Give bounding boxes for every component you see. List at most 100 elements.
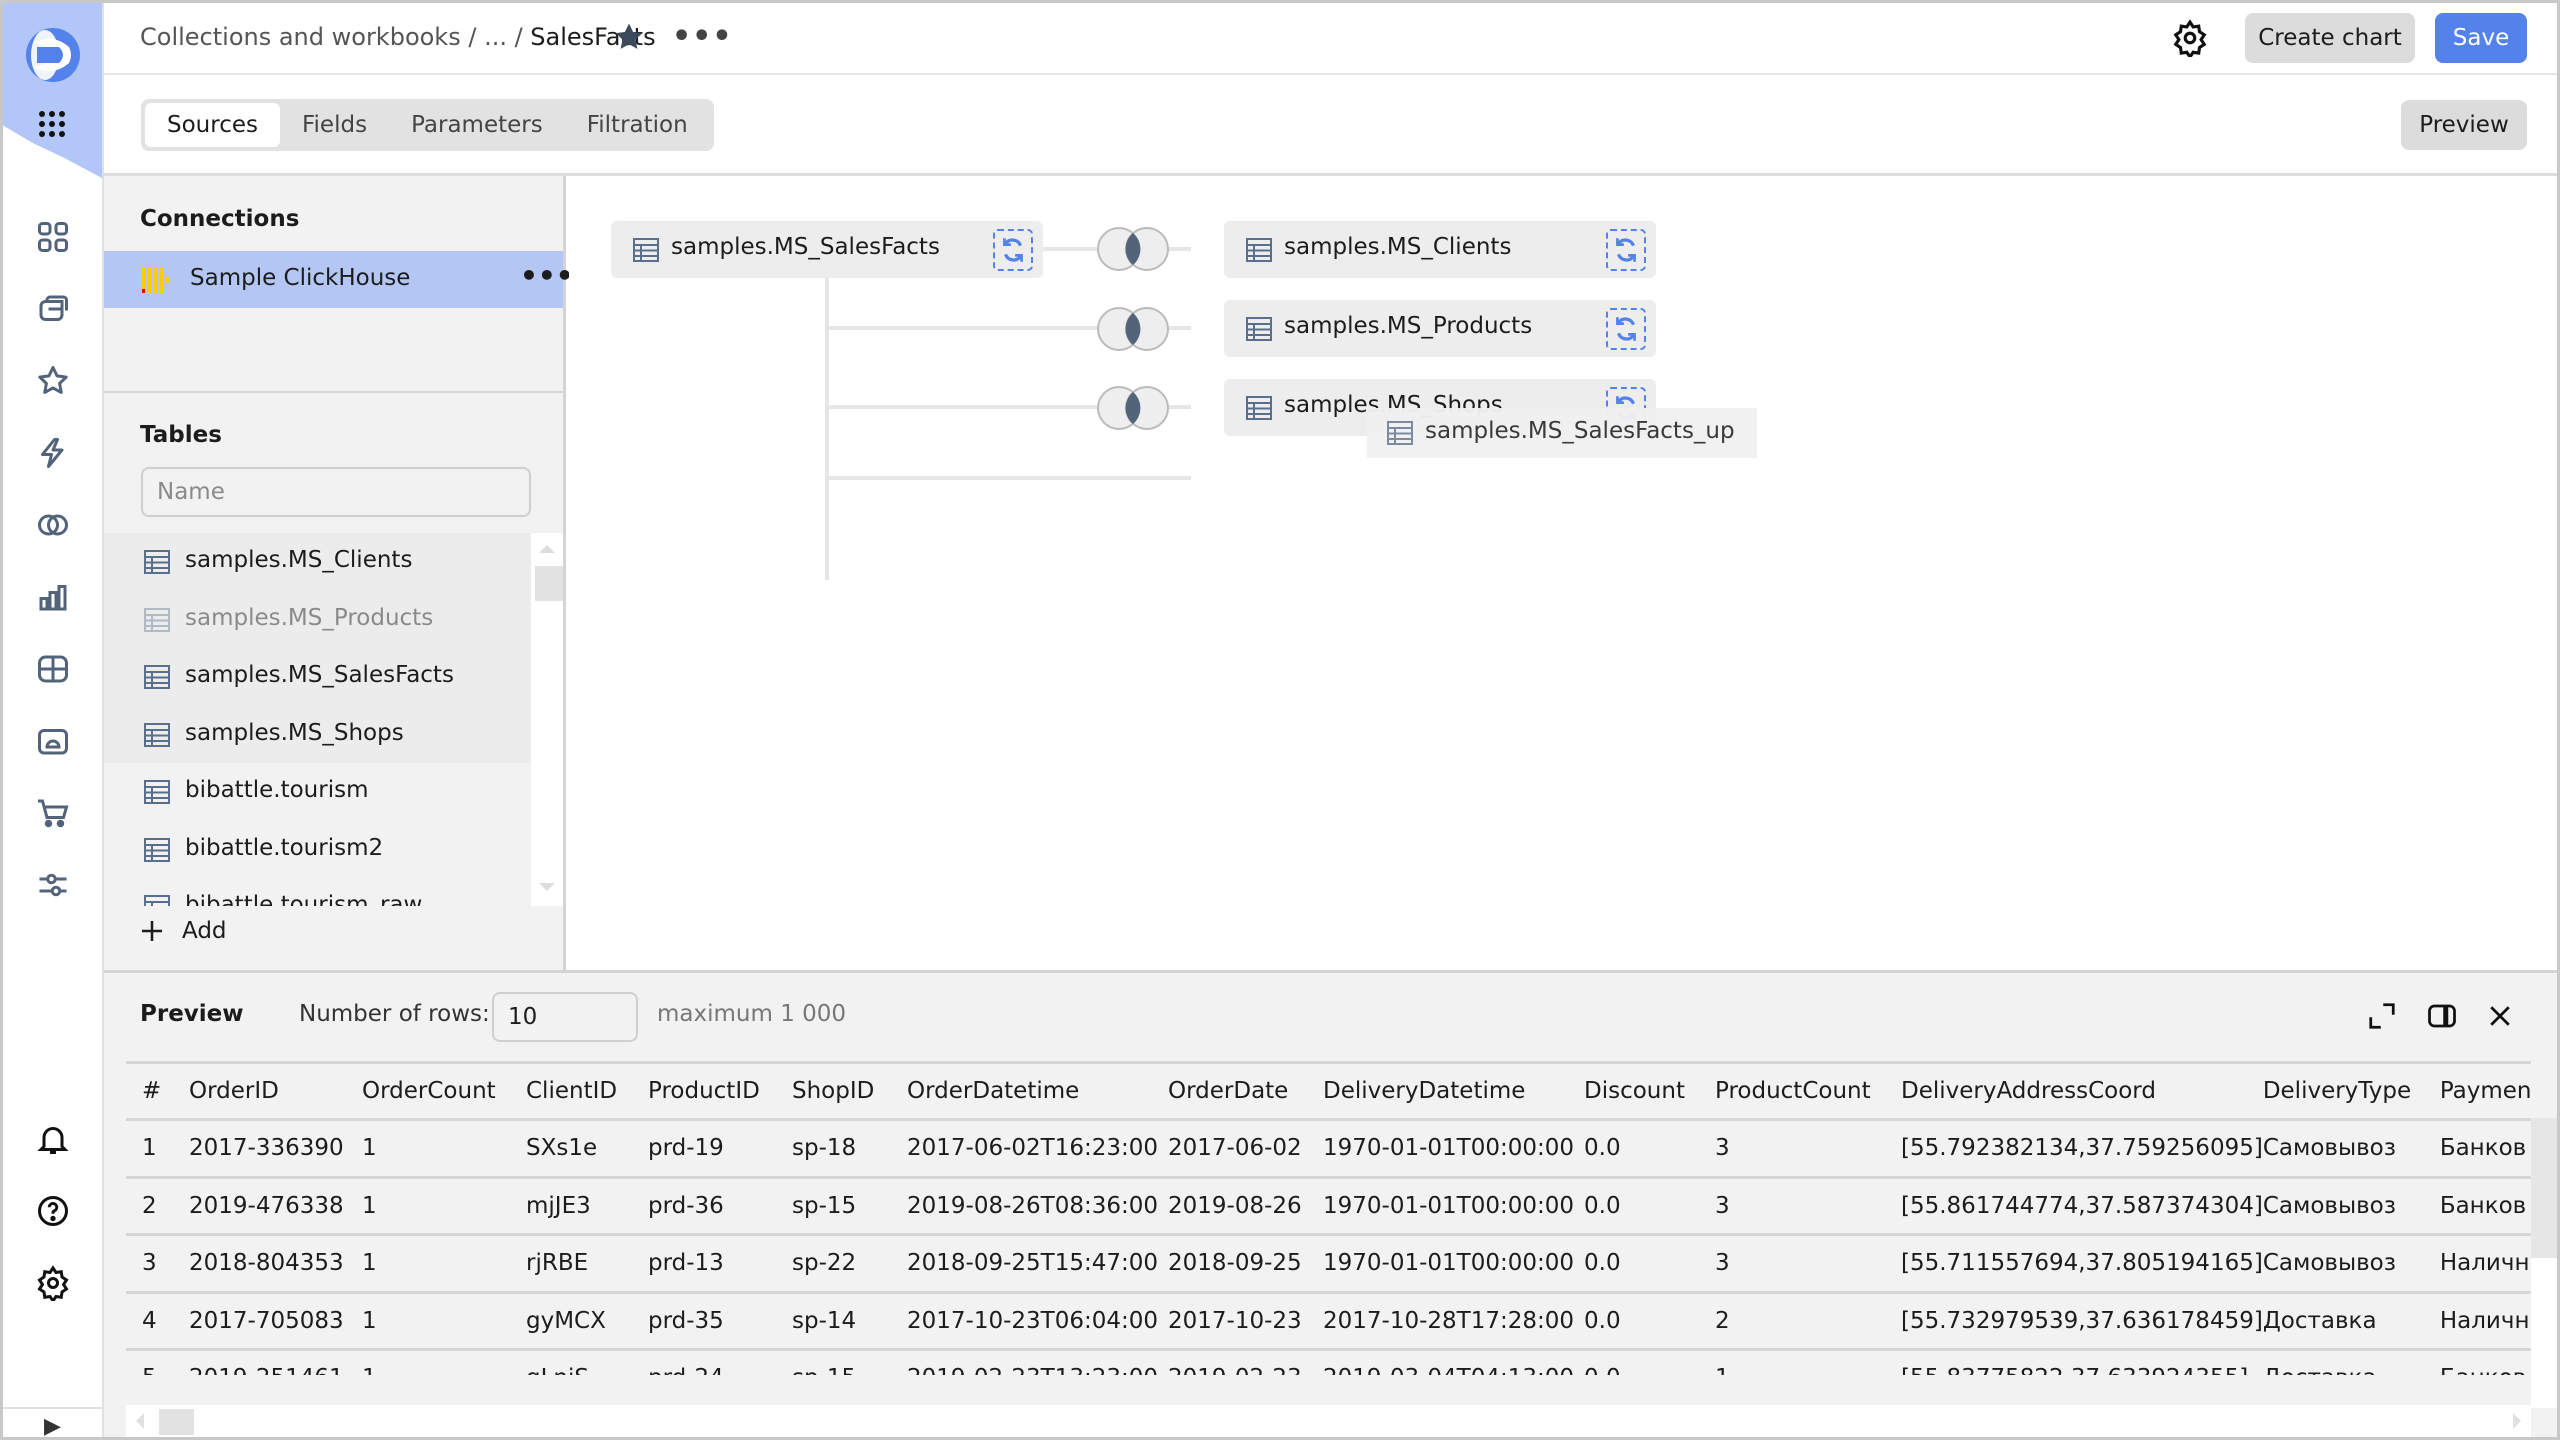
column-header[interactable]: ProductCount	[1715, 1062, 1901, 1121]
source-node-root[interactable]: samples.MS_SalesFacts	[611, 221, 1043, 278]
apps-grid-icon[interactable]	[37, 109, 67, 139]
help-icon[interactable]	[35, 1193, 71, 1229]
column-header[interactable]: OrderDatetime	[907, 1062, 1168, 1121]
table-icon	[144, 780, 170, 804]
tables-scrollbar[interactable]	[531, 533, 563, 906]
table-cell: 2018-804353	[189, 1234, 362, 1294]
column-header[interactable]: OrderDate	[1168, 1062, 1323, 1121]
table-cell: sp-18	[792, 1119, 907, 1179]
table-search-input[interactable]	[141, 467, 531, 517]
table-icon	[1246, 396, 1272, 420]
dashboards-icon[interactable]	[35, 651, 71, 687]
tab-fields[interactable]: Fields	[280, 103, 389, 147]
sources-canvas[interactable]: samples.MS_SalesFacts samples.MS_Clients…	[569, 176, 2557, 970]
datasets-icon[interactable]	[35, 507, 71, 543]
add-table-button[interactable]: Add	[140, 918, 227, 944]
scrollbar-thumb[interactable]	[159, 1409, 194, 1435]
table-item[interactable]: samples.MS_Products	[104, 590, 531, 648]
breadcrumb-root[interactable]: Collections and workbooks	[140, 23, 461, 51]
rows-max-hint: maximum 1 000	[657, 1001, 847, 1027]
tab-parameters[interactable]: Parameters	[389, 103, 565, 147]
join-inner-icon[interactable]	[1093, 306, 1173, 352]
dragged-source-ghost[interactable]: samples.MS_SalesFacts_up	[1367, 408, 1757, 458]
column-header[interactable]: #	[126, 1062, 189, 1121]
marketplace-icon[interactable]	[35, 795, 71, 831]
table-cell: sp-15	[792, 1177, 907, 1236]
table-item[interactable]: bibattle.tourism_raw	[104, 878, 531, 906]
column-header[interactable]: DeliveryDatetime	[1323, 1062, 1584, 1121]
link-line	[825, 278, 829, 580]
preview-toggle-button[interactable]: Preview	[2401, 100, 2527, 150]
collections-icon[interactable]	[35, 219, 71, 255]
column-header[interactable]: DeliveryAddressCoord	[1901, 1062, 2263, 1121]
notifications-icon[interactable]	[35, 1121, 71, 1157]
source-node[interactable]: samples.MS_Products	[1224, 300, 1656, 357]
close-icon[interactable]	[2485, 1001, 2515, 1031]
fullscreen-icon[interactable]	[2367, 1001, 2397, 1031]
connection-item[interactable]: Sample ClickHouse •••	[104, 251, 574, 308]
rows-count-input[interactable]	[492, 992, 638, 1042]
column-header[interactable]: OrderCount	[362, 1062, 526, 1121]
table-horizontal-scrollbar[interactable]	[126, 1405, 2531, 1437]
scroll-left-icon	[136, 1413, 144, 1429]
table-cell: 1	[126, 1119, 189, 1179]
scrollbar-thumb[interactable]	[535, 566, 563, 601]
datalens-logo-icon[interactable]	[23, 25, 83, 85]
scroll-down-icon	[539, 883, 555, 891]
table-item[interactable]: bibattle.tourism	[104, 763, 531, 821]
table-item[interactable]: bibattle.tourism2	[104, 821, 531, 879]
breadcrumb-ellipsis[interactable]: ...	[484, 23, 507, 51]
table-cell: SXs1e	[526, 1119, 648, 1179]
table-item[interactable]: samples.MS_Shops	[104, 705, 531, 763]
tab-sources[interactable]: Sources	[145, 103, 280, 147]
table-cell: 2018-09-25T15:47:00	[907, 1234, 1168, 1294]
scrollbar-thumb[interactable]	[2531, 1118, 2557, 1258]
table-cell: sp-14	[792, 1292, 907, 1351]
source-node[interactable]: samples.MS_Clients	[1224, 221, 1656, 278]
column-header[interactable]: OrderID	[189, 1062, 362, 1121]
connection-more-icon[interactable]: •••	[520, 259, 574, 292]
sidebar-collapse-button[interactable]: ▶	[3, 1407, 102, 1437]
table-cell: 3	[1715, 1234, 1901, 1294]
column-header[interactable]: ShopID	[792, 1062, 907, 1121]
table-vertical-scrollbar[interactable]	[2531, 1118, 2557, 1408]
table-item[interactable]: samples.MS_Clients	[104, 533, 531, 591]
table-cell: Банков	[2439, 1119, 2531, 1179]
connections-icon[interactable]	[35, 435, 71, 471]
table-cell: gLnjS	[526, 1349, 648, 1375]
settings-icon[interactable]	[35, 1265, 71, 1304]
table-cell: 2	[126, 1177, 189, 1236]
join-inner-icon[interactable]	[1093, 226, 1173, 272]
join-inner-icon[interactable]	[1093, 385, 1173, 431]
favorites-icon[interactable]	[35, 363, 71, 399]
table-cell: prd-24	[648, 1349, 792, 1375]
tab-filtration[interactable]: Filtration	[565, 103, 710, 147]
table-cell: gyMCX	[526, 1292, 648, 1351]
save-button[interactable]: Save	[2435, 13, 2527, 63]
table-cell: Доставка	[2262, 1349, 2440, 1375]
workbooks-icon[interactable]	[35, 291, 71, 327]
column-header[interactable]: Discount	[1584, 1062, 1715, 1121]
column-header[interactable]: DeliveryType	[2262, 1062, 2440, 1121]
column-header[interactable]: PaymentType	[2439, 1062, 2531, 1121]
refresh-icon[interactable]	[1606, 229, 1646, 271]
table-cell: Доставка	[2262, 1292, 2440, 1351]
column-header[interactable]: ProductID	[648, 1062, 792, 1121]
refresh-icon[interactable]	[993, 229, 1033, 271]
table-cell: [55.792382134,37.759256095]	[1901, 1119, 2263, 1179]
reports-icon[interactable]	[35, 723, 71, 759]
settings-sliders-icon[interactable]	[35, 867, 71, 903]
table-cell: 2019-02-23	[1168, 1349, 1323, 1375]
column-header[interactable]: ClientID	[526, 1062, 648, 1121]
table-item[interactable]: samples.MS_SalesFacts	[104, 648, 531, 706]
table-cell: 0.0	[1584, 1234, 1715, 1294]
create-chart-button[interactable]: Create chart	[2245, 13, 2415, 63]
table-icon	[144, 895, 170, 906]
charts-icon[interactable]	[35, 579, 71, 615]
table-cell: Банков	[2439, 1349, 2531, 1375]
favorite-star-icon[interactable]	[612, 20, 646, 54]
split-view-icon[interactable]	[2427, 1001, 2457, 1031]
settings-gear-icon[interactable]	[2171, 19, 2209, 60]
refresh-icon[interactable]	[1606, 308, 1646, 350]
more-actions-icon[interactable]: •••	[672, 19, 733, 54]
